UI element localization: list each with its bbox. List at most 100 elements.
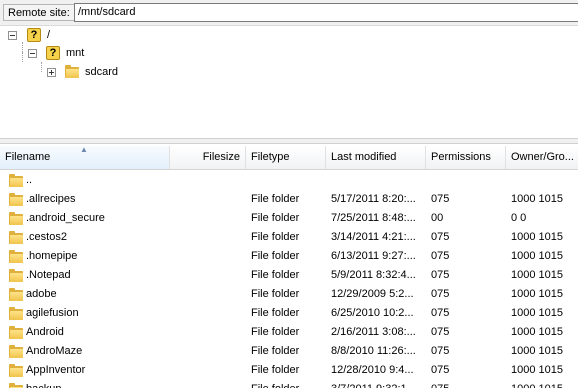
column-header-label: Filename bbox=[5, 151, 51, 163]
filesize-cell bbox=[170, 361, 240, 380]
owner-group-cell: 1000 1015 bbox=[511, 269, 563, 281]
file-row[interactable]: .Notepad File folder 5/9/2011 8:32:4... … bbox=[0, 266, 578, 285]
filesize-cell bbox=[170, 304, 240, 323]
folder-icon bbox=[9, 174, 23, 187]
filename-cell: adobe bbox=[26, 288, 57, 300]
folder-icon bbox=[9, 250, 23, 263]
file-row[interactable]: .allrecipes File folder 5/17/2011 8:20:.… bbox=[0, 190, 578, 209]
column-header-filename[interactable]: ▲ Filename bbox=[0, 146, 170, 169]
filename-cell: .cestos2 bbox=[26, 231, 67, 243]
filesize-cell bbox=[170, 190, 240, 209]
file-row[interactable]: adobe File folder 12/29/2009 5:2... 075 … bbox=[0, 285, 578, 304]
folder-icon bbox=[9, 364, 23, 377]
owner-group-cell: 0 0 bbox=[511, 212, 527, 224]
folder-icon bbox=[9, 193, 23, 206]
remote-site-bar: Remote site: /mnt/sdcard bbox=[0, 0, 578, 26]
filetype-cell: File folder bbox=[251, 231, 300, 243]
file-list: .. .allrecipes File folder 5/17/2011 8:2… bbox=[0, 171, 578, 388]
tree-node-root[interactable]: ? / bbox=[0, 27, 120, 43]
filetype-cell: File folder bbox=[251, 380, 326, 388]
filename-cell: .allrecipes bbox=[26, 193, 76, 205]
permissions-cell: 00 bbox=[431, 212, 444, 224]
file-row[interactable]: agilefusion File folder 6/25/2010 10:2..… bbox=[0, 304, 578, 323]
filesize-cell bbox=[170, 285, 240, 304]
file-row[interactable]: AppInventor File folder 12/28/2010 9:4..… bbox=[0, 361, 578, 380]
folder-icon bbox=[9, 307, 23, 320]
expand-icon[interactable] bbox=[47, 68, 56, 77]
tree-node-mnt[interactable]: ? mnt bbox=[0, 45, 120, 61]
folder-icon bbox=[9, 212, 23, 225]
folder-icon bbox=[9, 345, 23, 358]
folder-icon bbox=[9, 383, 23, 388]
last-modified-cell: 5/9/2011 8:32:4... bbox=[331, 269, 416, 281]
filetype-cell: File folder bbox=[251, 288, 300, 300]
pane-splitter[interactable] bbox=[0, 138, 578, 144]
permissions-cell: 075 bbox=[431, 250, 450, 262]
column-header-label: Owner/Gro... bbox=[511, 151, 574, 163]
tree-node-label: mnt bbox=[66, 47, 85, 59]
column-header-permissions[interactable]: Permissions bbox=[426, 146, 506, 169]
last-modified-cell: 6/13/2011 9:27:... bbox=[331, 250, 416, 262]
column-header-filesize[interactable]: Filesize bbox=[170, 146, 246, 169]
file-row[interactable]: backup File folder 3/7/2011 9:32:1... 07… bbox=[0, 380, 578, 388]
file-row[interactable]: .android_secure File folder 7/25/2011 8:… bbox=[0, 209, 578, 228]
folder-icon bbox=[9, 269, 23, 282]
owner-group-cell: 1000 1015 bbox=[511, 364, 563, 376]
folder-icon bbox=[9, 326, 23, 339]
column-header-filetype[interactable]: Filetype bbox=[246, 146, 326, 169]
filetype-cell bbox=[251, 171, 326, 190]
permissions-cell: 075 bbox=[431, 288, 450, 300]
filename-cell: Android bbox=[26, 326, 64, 338]
last-modified-cell: 5/17/2011 8:20:... bbox=[331, 193, 416, 205]
last-modified-cell: 3/7/2011 9:32:1... bbox=[331, 380, 426, 388]
owner-group-cell: 1000 1015 bbox=[511, 231, 563, 243]
permissions-cell: 075 bbox=[431, 231, 450, 243]
permissions-cell bbox=[431, 171, 506, 190]
owner-group-cell: 1000 1015 bbox=[511, 326, 563, 338]
filesize-cell bbox=[170, 342, 240, 361]
filesize-cell bbox=[170, 247, 240, 266]
column-header-last-modified[interactable]: Last modified bbox=[326, 146, 426, 169]
last-modified-cell: 3/14/2011 4:21:... bbox=[331, 231, 416, 243]
remote-site-path-input[interactable]: /mnt/sdcard bbox=[74, 3, 578, 22]
column-header-label: Filesize bbox=[202, 151, 240, 163]
filetype-cell: File folder bbox=[251, 307, 300, 319]
unknown-folder-icon: ? bbox=[46, 46, 60, 60]
remote-directory-tree: ? / ? mnt sdcard bbox=[0, 26, 578, 138]
file-row[interactable]: .. bbox=[0, 171, 578, 190]
filetype-cell: File folder bbox=[251, 345, 300, 357]
last-modified-cell: 6/25/2010 10:2... bbox=[331, 307, 414, 319]
file-row[interactable]: Android File folder 2/16/2011 3:08:... 0… bbox=[0, 323, 578, 342]
file-row[interactable]: .homepipe File folder 6/13/2011 9:27:...… bbox=[0, 247, 578, 266]
owner-group-cell: 1000 1015 bbox=[511, 193, 563, 205]
permissions-cell: 075 bbox=[431, 269, 450, 281]
owner-group-cell bbox=[511, 171, 578, 190]
permissions-cell: 075 bbox=[431, 307, 450, 319]
folder-icon bbox=[9, 288, 23, 301]
collapse-icon[interactable] bbox=[28, 49, 37, 58]
owner-group-cell: 1000 1015 bbox=[511, 250, 563, 262]
permissions-cell: 075 bbox=[431, 364, 450, 376]
filename-cell: agilefusion bbox=[26, 307, 79, 319]
permissions-cell: 075 bbox=[431, 345, 450, 357]
filetype-cell: File folder bbox=[251, 193, 300, 205]
last-modified-cell bbox=[331, 171, 426, 190]
last-modified-cell: 7/25/2011 8:48:... bbox=[331, 212, 416, 224]
file-row[interactable]: AndroMaze File folder 8/8/2010 11:26:...… bbox=[0, 342, 578, 361]
file-row[interactable]: .cestos2 File folder 3/14/2011 4:21:... … bbox=[0, 228, 578, 247]
filename-cell: AndroMaze bbox=[26, 345, 83, 357]
filesize-cell bbox=[170, 209, 240, 228]
last-modified-cell: 12/28/2010 9:4... bbox=[331, 364, 414, 376]
owner-group-cell: 1000 1015 bbox=[511, 307, 563, 319]
permissions-cell: 075 bbox=[431, 193, 450, 205]
column-header-owner-group[interactable]: Owner/Gro... bbox=[506, 146, 578, 169]
sort-ascending-icon: ▲ bbox=[80, 146, 88, 154]
owner-group-cell: 1000 1015 bbox=[511, 380, 578, 388]
filename-cell: .. bbox=[26, 174, 33, 186]
collapse-icon[interactable] bbox=[8, 31, 17, 40]
last-modified-cell: 12/29/2009 5:2... bbox=[331, 288, 414, 300]
tree-node-sdcard[interactable]: sdcard bbox=[0, 64, 130, 80]
column-header-label: Permissions bbox=[431, 151, 491, 163]
folder-icon bbox=[9, 231, 23, 244]
unknown-folder-icon: ? bbox=[27, 28, 41, 42]
